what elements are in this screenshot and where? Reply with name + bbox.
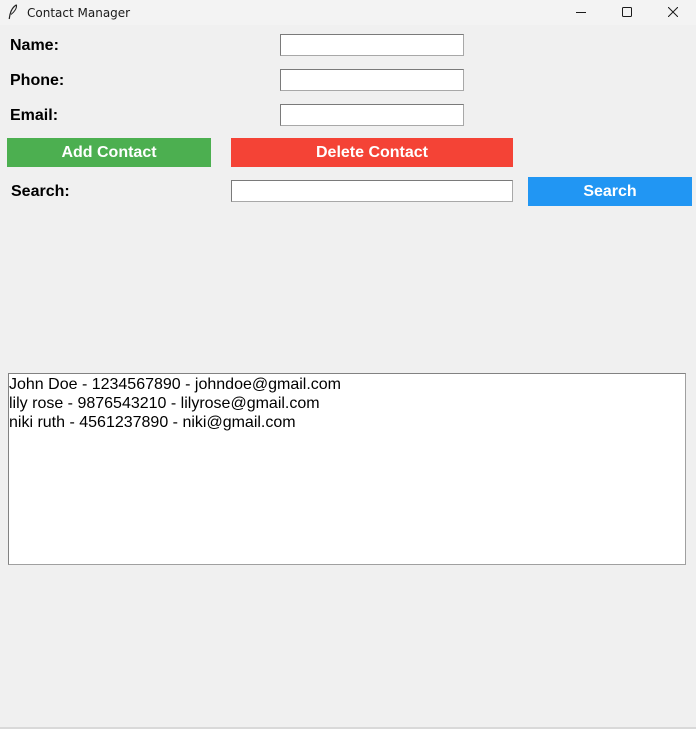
maximize-icon bbox=[622, 4, 632, 22]
name-input[interactable] bbox=[280, 34, 464, 56]
window-title: Contact Manager bbox=[27, 6, 131, 20]
search-button[interactable]: Search bbox=[528, 177, 692, 206]
list-item[interactable]: John Doe - 1234567890 - johndoe@gmail.co… bbox=[9, 375, 685, 394]
email-input[interactable] bbox=[280, 104, 464, 126]
phone-label: Phone: bbox=[10, 72, 65, 89]
contact-manager-window: Contact Manager Name: Phone: Email: Add … bbox=[0, 0, 696, 729]
delete-contact-button[interactable]: Delete Contact bbox=[231, 138, 513, 167]
name-label: Name: bbox=[10, 37, 59, 54]
search-label: Search: bbox=[11, 183, 70, 200]
maximize-button[interactable] bbox=[604, 0, 650, 25]
minimize-icon bbox=[576, 4, 586, 22]
email-label: Email: bbox=[10, 107, 59, 124]
contacts-listbox[interactable]: John Doe - 1234567890 - johndoe@gmail.co… bbox=[8, 373, 686, 565]
phone-input[interactable] bbox=[280, 69, 464, 91]
minimize-button[interactable] bbox=[558, 0, 604, 25]
close-button[interactable] bbox=[650, 0, 696, 25]
close-icon bbox=[667, 4, 679, 22]
feather-icon bbox=[8, 4, 18, 20]
add-contact-button[interactable]: Add Contact bbox=[7, 138, 211, 167]
list-item[interactable]: lily rose - 9876543210 - lilyrose@gmail.… bbox=[9, 394, 685, 413]
search-input[interactable] bbox=[231, 180, 513, 202]
list-item[interactable]: niki ruth - 4561237890 - niki@gmail.com bbox=[9, 413, 685, 432]
title-bar[interactable]: Contact Manager bbox=[0, 0, 696, 25]
